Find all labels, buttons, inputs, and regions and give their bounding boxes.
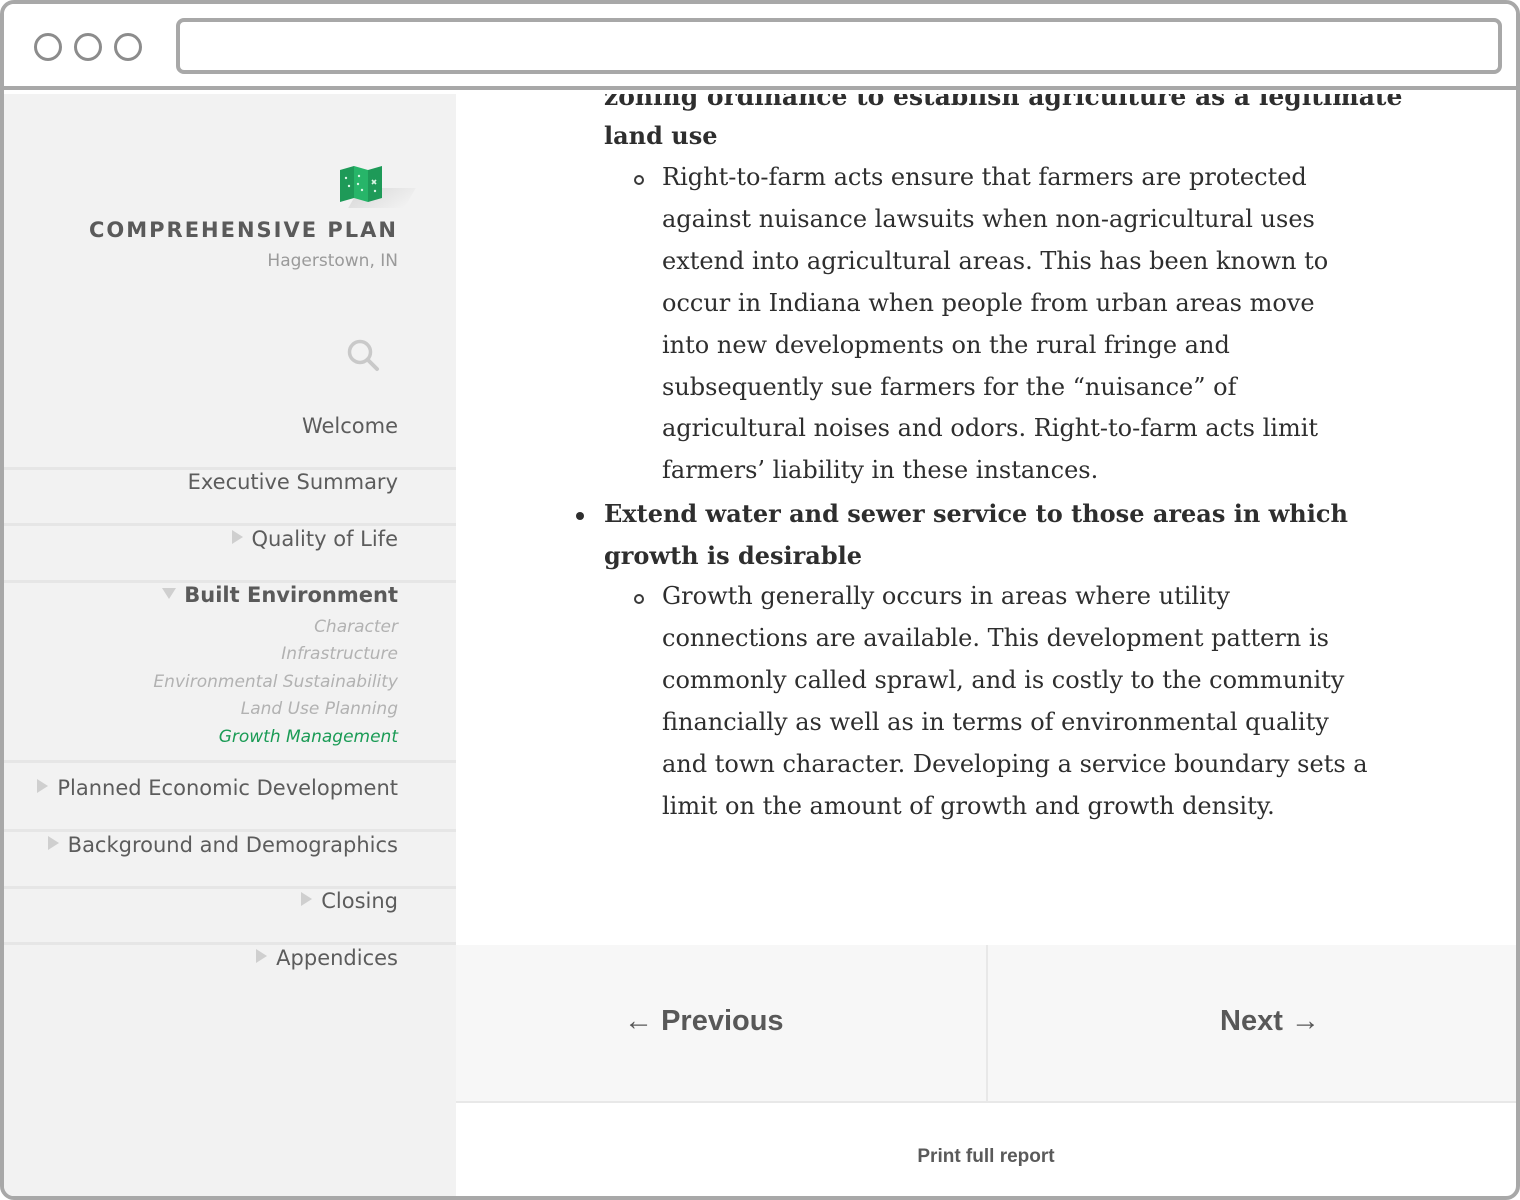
list-bullet <box>576 512 584 520</box>
list-heading: Extend water and sewer service to those … <box>604 499 1348 528</box>
nav-item-welcome[interactable]: Welcome <box>4 414 456 470</box>
subnav-environmental-sustainability[interactable]: Environmental Sustainability <box>153 672 398 692</box>
pagination: ← Previous Next → <box>456 945 1516 1103</box>
sidebar: COMPREHENSIVE PLAN Hagerstown, IN Welcom… <box>4 94 461 1196</box>
nav-item-built-environment[interactable]: Built Environment Character Infrastructu… <box>4 583 456 763</box>
arrow-left-icon: ← <box>624 1005 662 1037</box>
nav-label: Quality of Life <box>251 527 398 551</box>
collapse-arrow-icon <box>162 588 177 599</box>
expand-arrow-icon <box>37 779 49 793</box>
nav-label: Built Environment <box>184 583 398 607</box>
nav-label: Background and Demographics <box>67 833 398 857</box>
article-content: zoning ordinance to establish agricultur… <box>456 94 1516 945</box>
sub-bullet <box>634 594 644 604</box>
subnav-infrastructure[interactable]: Infrastructure <box>281 644 398 664</box>
growth-paragraph: Growth generally occurs in areas where u… <box>662 582 1368 820</box>
nav-label: Welcome <box>301 414 398 438</box>
arrow-right-icon: → <box>1282 1005 1320 1037</box>
list-heading-clipped-continued: land use <box>604 121 718 150</box>
right-to-farm-paragraph: Right-to-farm acts ensure that farmers a… <box>662 163 1329 485</box>
sub-bullet <box>634 175 644 185</box>
nav-label: Executive Summary <box>187 470 398 494</box>
list-heading-clipped: zoning ordinance to establish agricultur… <box>604 94 1403 111</box>
expand-arrow-icon <box>301 892 313 906</box>
subnav-land-use-planning[interactable]: Land Use Planning <box>241 699 398 719</box>
next-button[interactable]: Next → <box>1220 1005 1320 1038</box>
list-heading-continued: growth is desirable <box>604 541 863 570</box>
nav-item-quality-of-life[interactable]: Quality of Life <box>4 527 456 583</box>
expand-arrow-icon <box>47 836 59 850</box>
next-label: Next <box>1220 1005 1283 1037</box>
window-minimize-control[interactable] <box>74 33 102 61</box>
window-close-control[interactable] <box>34 33 62 61</box>
folded-map-icon <box>340 166 382 202</box>
address-bar[interactable] <box>176 18 1502 74</box>
search-icon[interactable] <box>346 338 380 372</box>
site-location: Hagerstown, IN <box>267 251 398 271</box>
expand-arrow-icon <box>256 949 268 963</box>
window-maximize-control[interactable] <box>114 33 142 61</box>
nav-item-planned-economic-development[interactable]: Planned Economic Development <box>4 776 456 832</box>
browser-window: COMPREHENSIVE PLAN Hagerstown, IN Welcom… <box>0 0 1520 1200</box>
nav-item-closing[interactable]: Closing <box>4 889 456 945</box>
site-title[interactable]: COMPREHENSIVE PLAN <box>89 218 398 242</box>
subnav-character[interactable]: Character <box>314 617 398 637</box>
nav-label: Closing <box>321 889 398 913</box>
expand-arrow-icon <box>231 530 243 544</box>
browser-toolbar <box>4 4 1516 90</box>
pager-divider <box>986 945 988 1103</box>
subnav-growth-management[interactable]: Growth Management <box>219 727 398 747</box>
previous-label: Previous <box>661 1005 784 1037</box>
nav-item-appendices[interactable]: Appendices <box>4 946 456 1002</box>
previous-button[interactable]: ← Previous <box>624 1005 784 1038</box>
print-report-link[interactable]: Print full report <box>456 1146 1516 1168</box>
nav-item-background-and-demographics[interactable]: Background and Demographics <box>4 833 456 889</box>
nav-item-executive-summary[interactable]: Executive Summary <box>4 470 456 526</box>
nav-label: Appendices <box>276 946 398 970</box>
nav-label: Planned Economic Development <box>57 776 398 800</box>
